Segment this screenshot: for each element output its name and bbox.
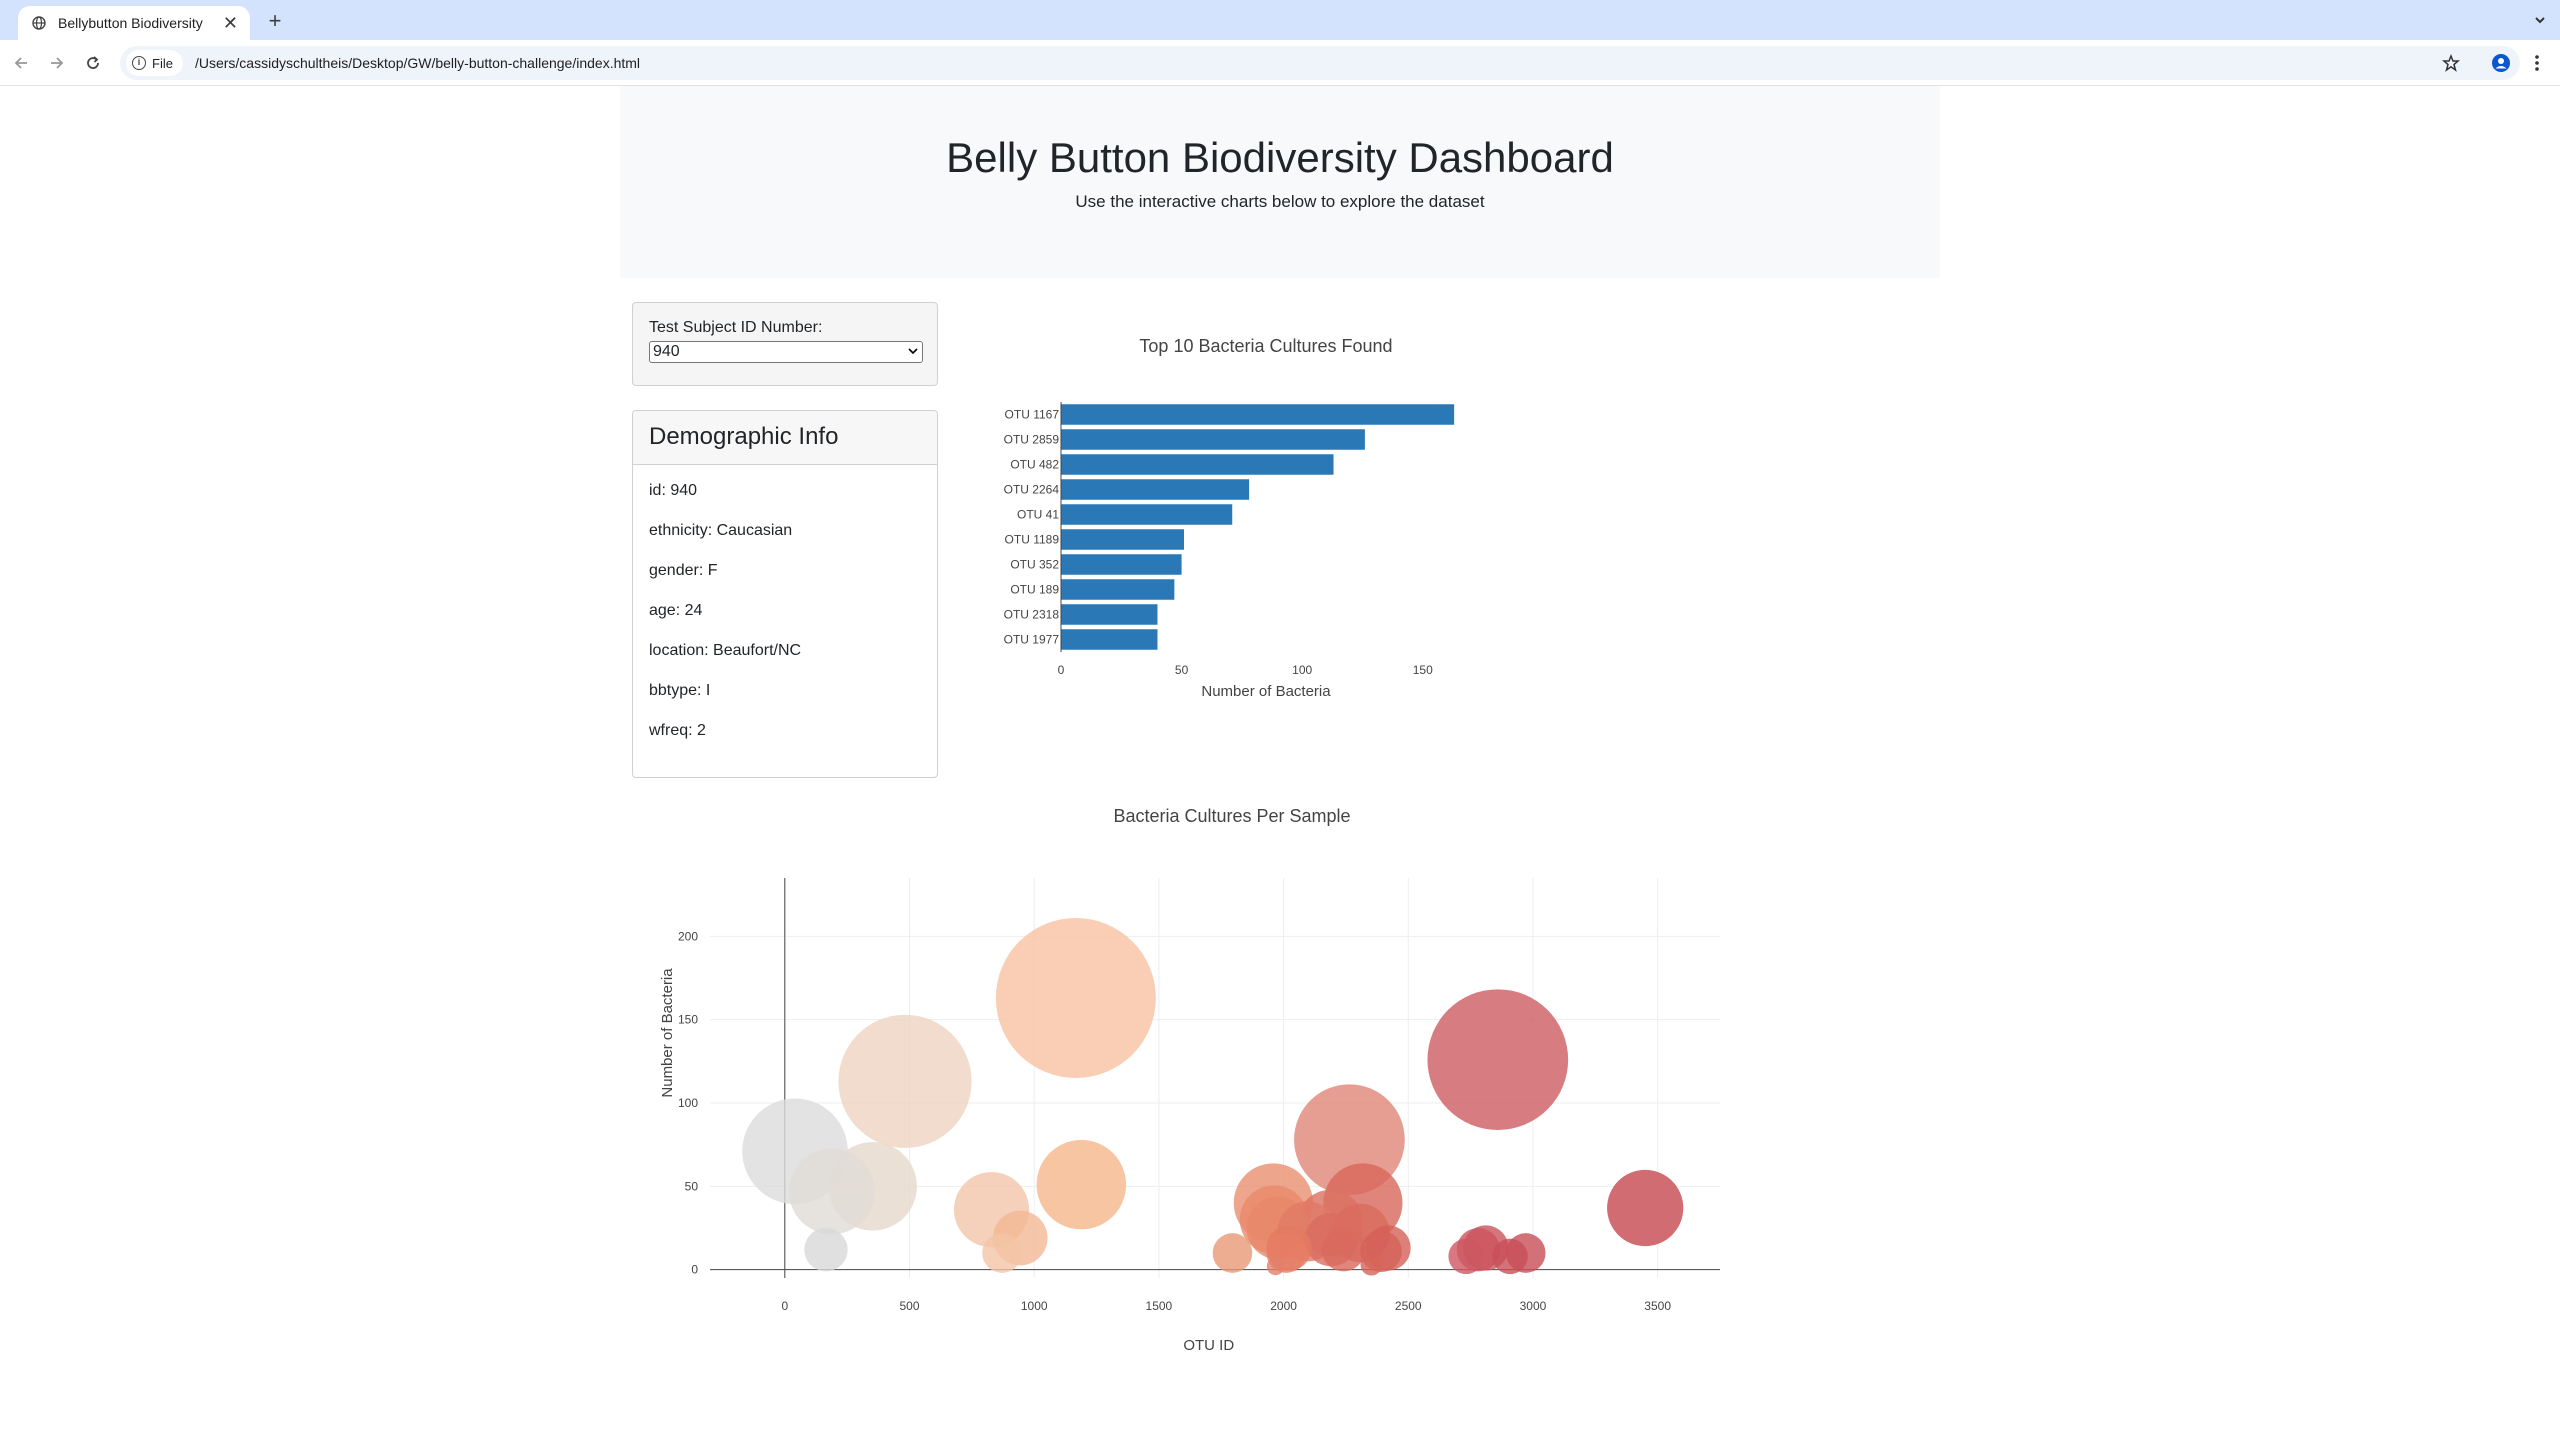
demo-row-gender: gender: F	[649, 562, 718, 579]
new-tab-button[interactable]: +	[262, 8, 288, 34]
bubble-point	[1321, 1227, 1366, 1272]
address-bar[interactable]: i File /Users/cassidyschultheis/Desktop/…	[120, 46, 2520, 80]
bubble-point	[804, 1227, 848, 1272]
page-header: Belly Button Biodiversity Dashboard Use …	[620, 86, 1940, 278]
bubble-y-tick-label: 150	[678, 1013, 698, 1027]
subject-selector-well: Test Subject ID Number: 940	[632, 302, 938, 386]
bar-x-tick-label: 100	[1292, 663, 1312, 677]
bubble-x-tick-label: 2000	[1270, 1299, 1297, 1313]
site-info-chip[interactable]: i File	[126, 50, 183, 76]
close-tab-icon[interactable]: ✕	[223, 14, 238, 32]
bar	[1061, 529, 1184, 550]
chevron-down-icon	[908, 347, 918, 358]
bubble-y-tick-label: 200	[678, 929, 698, 943]
demo-row-id: id: 940	[649, 482, 698, 499]
reload-icon[interactable]	[80, 50, 106, 76]
demo-row-bbtype: bbtype: I	[649, 682, 711, 699]
bubble-x-tick-label: 2500	[1395, 1299, 1422, 1313]
tab-title: Bellybutton Biodiversity	[58, 15, 203, 31]
bubble-point	[1360, 1253, 1383, 1276]
bar-x-tick-label: 150	[1413, 663, 1433, 677]
subject-id-selected: 940	[653, 343, 680, 360]
demo-row-ethnicity: ethnicity: Caucasian	[649, 522, 793, 539]
bar-category-label: OTU 1189	[1005, 533, 1060, 547]
bar	[1061, 554, 1182, 575]
bubble-point	[1607, 1169, 1684, 1247]
bar	[1061, 504, 1233, 525]
bubble-x-tick-label: 1500	[1146, 1299, 1173, 1313]
page-subtitle: Use the interactive charts below to expl…	[1075, 192, 1485, 211]
bubble-point	[1266, 1257, 1285, 1276]
bubble-point	[1212, 1233, 1253, 1273]
bubble-y-tick-label: 100	[678, 1096, 698, 1110]
profile-avatar-icon[interactable]	[2488, 50, 2514, 76]
bubble-x-tick-label: 500	[899, 1299, 919, 1313]
demo-row-wfreq: wfreq: 2	[649, 722, 706, 739]
bubble-point	[1036, 1139, 1127, 1230]
page-title: Belly Button Biodiversity Dashboard	[946, 134, 1614, 181]
bubble-y-tick-label: 50	[685, 1179, 699, 1193]
bookmark-star-icon[interactable]	[2438, 50, 2464, 76]
bubble-x-axis-label: OTU ID	[1183, 1337, 1234, 1354]
bar	[1061, 604, 1158, 625]
bar	[1061, 479, 1250, 500]
info-icon: i	[132, 56, 146, 70]
bubble-x-tick-label: 0	[781, 1299, 788, 1313]
url-text[interactable]: /Users/cassidyschultheis/Desktop/GW/bell…	[195, 55, 640, 71]
bubble-point	[1492, 1238, 1528, 1275]
bubble-y-axis-label: Number of Bacteria	[659, 968, 676, 1098]
forward-icon[interactable]	[44, 50, 70, 76]
bubble-chart: Bacteria Cultures Per Sample0 500 1000 1500…	[659, 806, 1720, 1354]
subject-selector-label: Test Subject ID Number:	[649, 319, 823, 336]
back-icon[interactable]	[8, 50, 34, 76]
bar-category-label: OTU 2264	[1004, 483, 1060, 497]
bar-category-label: OTU 2318	[1004, 608, 1060, 622]
bar-category-label: OTU 189	[1010, 583, 1059, 597]
bubble-x-tick-label: 3000	[1520, 1299, 1547, 1313]
bar-category-label: OTU 1167	[1005, 408, 1060, 422]
bar-category-label: OTU 352	[1010, 558, 1059, 572]
bar	[1061, 429, 1365, 450]
bubble-point	[788, 1148, 875, 1235]
browser-toolbar: i File /Users/cassidyschultheis/Desktop/…	[0, 40, 2560, 86]
demographic-info-panel: Demographic Info id: 940 ethnicity: Cauc…	[632, 410, 938, 778]
bar-x-axis-label: Number of Bacteria	[1201, 683, 1331, 700]
bubble-x-tick-label: 3500	[1644, 1299, 1671, 1313]
bar	[1061, 404, 1455, 425]
file-chip-label: File	[152, 55, 173, 71]
bubble-point	[995, 918, 1156, 1078]
bar-category-label: OTU 41	[1017, 508, 1059, 522]
bubble-point	[1448, 1238, 1484, 1275]
bubble-chart-title: Bacteria Cultures Per Sample	[1113, 806, 1350, 826]
browser-tab-bar: Bellybutton Biodiversity ✕ +	[0, 0, 2560, 40]
bar-x-tick-label: 0	[1058, 663, 1065, 677]
bar-chart-title: Top 10 Bacteria Cultures Found	[1139, 336, 1392, 356]
bar	[1061, 629, 1158, 650]
demo-row-location: location: Beaufort/NC	[649, 642, 802, 659]
menu-kebab-icon[interactable]	[2524, 50, 2550, 76]
bar-category-label: OTU 1977	[1004, 633, 1060, 647]
bubble-point	[838, 1014, 972, 1148]
bar-category-label: OTU 482	[1010, 458, 1059, 472]
demographic-info-heading: Demographic Info	[633, 411, 937, 465]
subject-id-dropdown[interactable]: 940	[649, 341, 923, 363]
demo-row-age: age: 24	[649, 602, 703, 619]
bubble-x-tick-label: 1000	[1021, 1299, 1048, 1313]
globe-icon	[30, 14, 48, 32]
bubble-point	[982, 1233, 1022, 1273]
bar-x-tick-label: 50	[1175, 663, 1189, 677]
bubble-point	[1427, 989, 1569, 1131]
top10-bar-chart: Top 10 Bacteria Cultures Found OTU 1167 OT…	[1004, 336, 1455, 700]
browser-tab[interactable]: Bellybutton Biodiversity ✕	[18, 6, 250, 40]
bar	[1061, 454, 1334, 475]
bar	[1061, 579, 1175, 600]
bubble-y-tick-label: 0	[691, 1263, 698, 1277]
bar-category-label: OTU 2859	[1004, 433, 1060, 447]
demographic-info-body: id: 940 ethnicity: Caucasian gender: F a…	[633, 465, 937, 777]
tab-search-icon[interactable]	[2530, 10, 2550, 30]
